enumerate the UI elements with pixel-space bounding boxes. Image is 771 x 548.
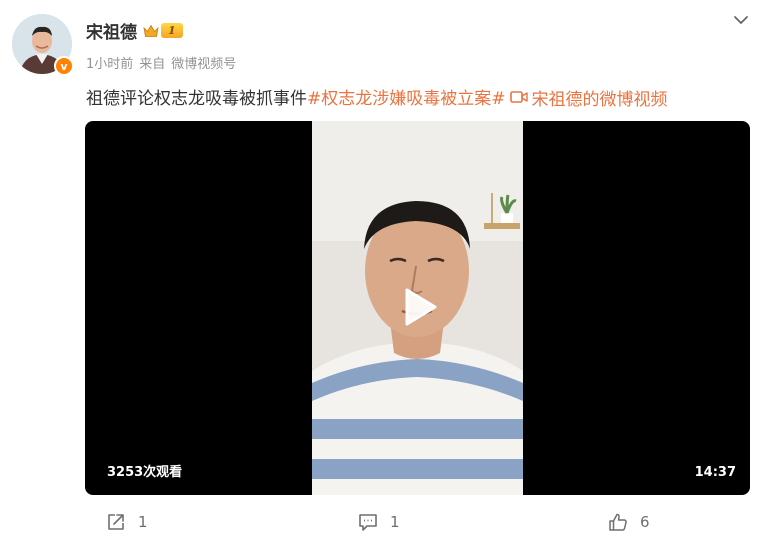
repost-button[interactable]: 1 xyxy=(106,512,148,532)
post-content: 祖德评论权志龙吸毒被抓事件#权志龙涉嫌吸毒被立案# 宋祖德的微博视频 xyxy=(86,84,668,110)
verified-badge-icon: v xyxy=(54,56,74,76)
post-time[interactable]: 1小时前 xyxy=(86,53,133,72)
like-count: 6 xyxy=(640,513,650,531)
video-camera-icon xyxy=(509,91,528,103)
crown-icon xyxy=(143,24,159,37)
like-button[interactable]: 6 xyxy=(608,512,650,532)
share-icon xyxy=(108,514,124,530)
thumbs-up-icon xyxy=(609,513,627,531)
view-count: 3253次观看 xyxy=(107,465,183,480)
avatar-container[interactable]: v xyxy=(12,14,74,76)
author-name[interactable]: 宋祖德 xyxy=(86,18,137,43)
play-icon[interactable] xyxy=(395,284,441,330)
video-source-link[interactable]: 宋祖德的微博视频 xyxy=(509,85,668,110)
comment-button[interactable]: 1 xyxy=(358,512,400,532)
hashtag-link[interactable]: #权志龙涉嫌吸毒被立案# xyxy=(307,89,506,109)
chevron-down-icon[interactable] xyxy=(733,12,749,28)
source-prefix: 来自 xyxy=(139,57,166,72)
comment-count: 1 xyxy=(390,513,400,531)
post-source[interactable]: 微博视频号 xyxy=(171,53,236,72)
action-bar: 1 1 6 xyxy=(0,512,771,548)
post-meta: 1小时前 来自 微博视频号 xyxy=(86,53,236,72)
comment-icon xyxy=(359,514,377,531)
level-badge: 1 xyxy=(161,23,183,38)
member-level-badge[interactable]: 1 xyxy=(143,22,183,40)
repost-count: 1 xyxy=(138,513,148,531)
post-body-text: 祖德评论权志龙吸毒被抓事件 xyxy=(86,89,307,109)
post-header: 宋祖德 1 1小时前 来自 微博视频号 xyxy=(86,18,236,72)
video-player[interactable]: 3253次观看 14:37 xyxy=(85,121,750,495)
video-source-label: 宋祖德的微博视频 xyxy=(531,89,668,110)
video-duration: 14:37 xyxy=(694,465,736,480)
